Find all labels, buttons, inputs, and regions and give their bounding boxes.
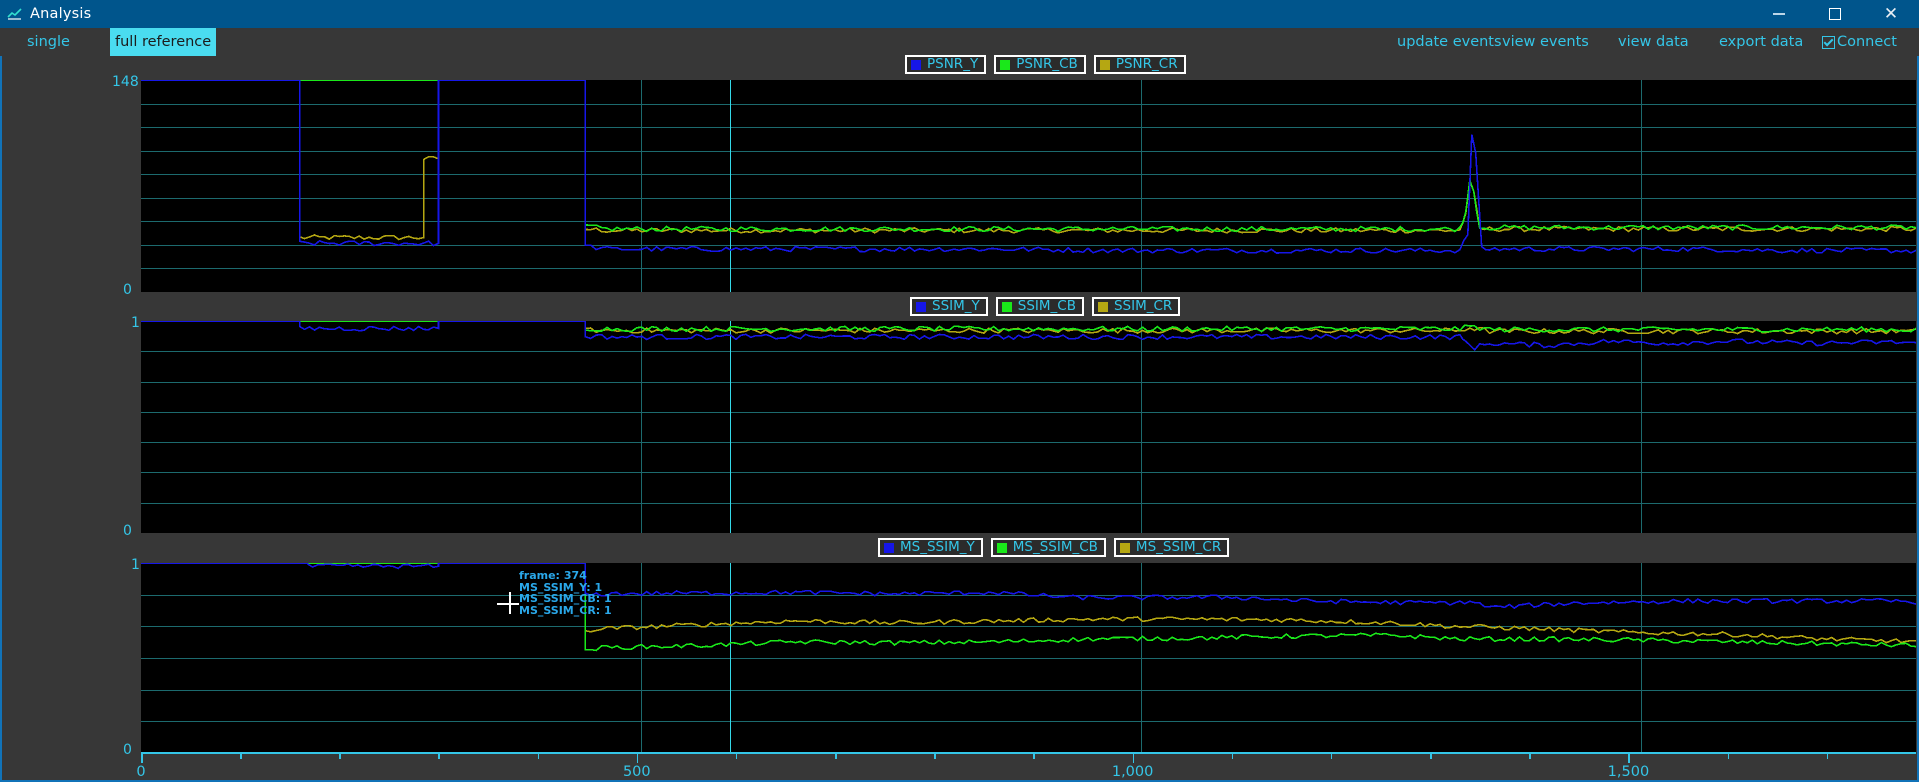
series-line-ms_ssim_y (141, 563, 1916, 608)
legend-swatch-icon (1120, 543, 1130, 553)
legend-item-psnr_y[interactable]: PSNR_Y (905, 55, 986, 74)
minimize-button[interactable] (1751, 0, 1807, 28)
x-axis-minor-tick (736, 752, 738, 759)
view-events-button[interactable]: view events (1502, 28, 1589, 56)
close-button[interactable]: ✕ (1863, 0, 1919, 28)
tooltip-value-ms-ssim-cr: 1 (604, 604, 612, 617)
series-line-psnr_y (141, 80, 1916, 268)
window-controls: ✕ (1751, 0, 1919, 28)
psnr-y-axis-max-label: 148 (112, 74, 139, 90)
psnr-legend: PSNR_Y PSNR_CB PSNR_CR (905, 55, 1186, 74)
legend-item-ms_ssim_cr[interactable]: MS_SSIM_CR (1114, 538, 1229, 557)
checkmark-icon (1822, 36, 1835, 49)
left-border (0, 56, 2, 782)
legend-item-ms_ssim_cb[interactable]: MS_SSIM_CB (991, 538, 1106, 557)
view-data-button[interactable]: view data (1618, 28, 1689, 56)
legend-item-psnr_cr[interactable]: PSNR_CR (1094, 55, 1186, 74)
legend-swatch-icon (1000, 60, 1010, 70)
x-axis-minor-tick (1232, 752, 1234, 759)
tab-single[interactable]: single (27, 28, 70, 56)
ms-ssim-y-axis-max-label: 1 (131, 557, 140, 573)
series-line-ssim_cr (141, 321, 1916, 339)
maximize-button[interactable] (1807, 0, 1863, 28)
legend-item-ssim_y[interactable]: SSIM_Y (910, 297, 988, 316)
export-data-button[interactable]: export data (1719, 28, 1803, 56)
x-axis-minor-tick (1331, 752, 1333, 759)
legend-label: MS_SSIM_CB (1013, 541, 1098, 555)
legend-swatch-icon (1098, 302, 1108, 312)
tab-full-reference[interactable]: full reference (110, 28, 216, 56)
crosshair-vertical (509, 592, 511, 614)
legend-swatch-icon (884, 543, 894, 553)
x-axis-major-tick (1133, 752, 1135, 763)
series-line-psnr_cr (141, 80, 1916, 240)
x-axis-minor-tick (1728, 752, 1730, 759)
window-titlebar: Analysis ✕ (0, 0, 1919, 28)
x-axis-minor-tick (835, 752, 837, 759)
x-axis-minor-tick (438, 752, 440, 759)
legend-swatch-icon (916, 302, 926, 312)
legend-label: MS_SSIM_CR (1136, 541, 1221, 555)
legend-label: SSIM_CB (1018, 300, 1076, 314)
ssim-y-axis-max-label: 1 (131, 315, 140, 331)
series-line-ssim_cb (141, 321, 1916, 338)
toolbar: single full reference update events view… (0, 28, 1919, 56)
legend-label: PSNR_Y (927, 58, 978, 72)
x-axis-major-tick (637, 752, 639, 763)
psnr-y-axis-min-label: 0 (123, 282, 132, 298)
x-axis-minor-tick (339, 752, 341, 759)
x-axis: 0 500 1,000 1,500 (0, 752, 1919, 782)
x-axis-minor-tick (538, 752, 540, 759)
legend-label: SSIM_CR (1114, 300, 1172, 314)
psnr-plot-area[interactable] (141, 80, 1916, 292)
legend-label: MS_SSIM_Y (900, 541, 975, 555)
legend-swatch-icon (911, 60, 921, 70)
tooltip-row-cr: MS_SSIM_CR: 1 (519, 605, 612, 617)
legend-label: PSNR_CB (1016, 58, 1078, 72)
series-line-psnr_cb (141, 80, 1916, 234)
ms-ssim-plot-area[interactable] (141, 563, 1916, 753)
ssim-series-group (141, 321, 1916, 533)
legend-label: PSNR_CR (1116, 58, 1178, 72)
x-axis-major-tick (1628, 752, 1630, 763)
connect-label: Connect (1837, 34, 1897, 50)
legend-swatch-icon (997, 543, 1007, 553)
series-line-ms_ssim_cb (141, 563, 1916, 651)
x-axis-tick-label: 1,500 (1608, 764, 1650, 780)
update-events-button[interactable]: update events (1397, 28, 1502, 56)
analysis-icon (0, 0, 30, 28)
ssim-y-axis-min-label: 0 (123, 523, 132, 539)
window-title: Analysis (30, 6, 91, 22)
ms-ssim-legend: MS_SSIM_Y MS_SSIM_CB MS_SSIM_CR (878, 538, 1229, 557)
connect-checkbox[interactable]: Connect (1822, 28, 1897, 56)
series-line-ms_ssim_cr (141, 563, 1916, 645)
legend-item-ms_ssim_y[interactable]: MS_SSIM_Y (878, 538, 983, 557)
ssim-legend: SSIM_Y SSIM_CB SSIM_CR (910, 297, 1180, 316)
x-axis-major-tick (141, 752, 143, 763)
psnr-series-group (141, 80, 1916, 292)
legend-swatch-icon (1002, 302, 1012, 312)
hover-tooltip: frame: 374 MS_SSIM_Y: 1 MS_SSIM_CB: 1 MS… (519, 570, 612, 616)
ms_ssim-series-group (141, 563, 1916, 753)
x-axis-tick-label: 500 (623, 764, 651, 780)
ssim-plot-area[interactable] (141, 321, 1916, 533)
x-axis-minor-tick (1529, 752, 1531, 759)
x-axis-minor-tick (1033, 752, 1035, 759)
legend-swatch-icon (1100, 60, 1110, 70)
legend-item-ssim_cb[interactable]: SSIM_CB (996, 297, 1084, 316)
legend-item-ssim_cr[interactable]: SSIM_CR (1092, 297, 1180, 316)
legend-item-psnr_cb[interactable]: PSNR_CB (994, 55, 1086, 74)
legend-label: SSIM_Y (932, 300, 980, 314)
x-axis-minor-tick (240, 752, 242, 759)
x-axis-minor-tick (1430, 752, 1432, 759)
x-axis-minor-tick (1827, 752, 1829, 759)
tooltip-label-ms-ssim-cr: MS_SSIM_CR: (519, 604, 600, 617)
crosshair-horizontal (497, 603, 519, 605)
x-axis-tick-label: 0 (136, 764, 145, 780)
x-axis-line (141, 752, 1916, 754)
x-axis-tick-label: 1,000 (1112, 764, 1154, 780)
x-axis-minor-tick (934, 752, 936, 759)
